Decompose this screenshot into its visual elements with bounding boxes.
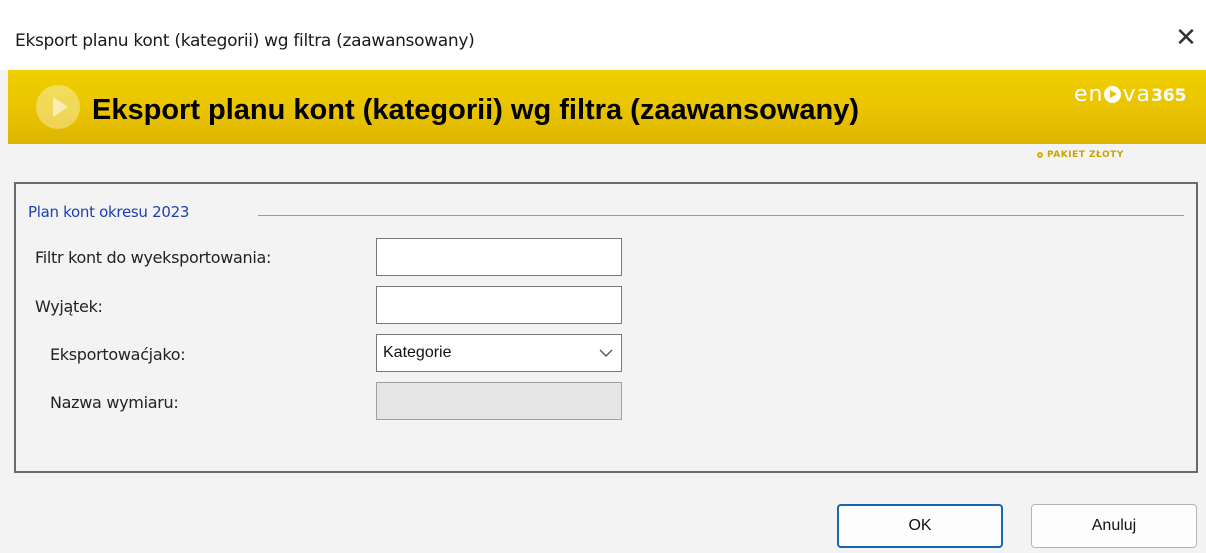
dimension-input — [376, 382, 622, 420]
form-group-panel — [14, 182, 1198, 473]
chevron-down-icon — [599, 349, 613, 357]
exception-input[interactable] — [376, 286, 622, 324]
filter-input[interactable] — [376, 238, 622, 276]
logo-play-icon — [1104, 86, 1122, 103]
export-as-value: Kategorie — [383, 344, 452, 361]
exception-label: Wyjątek: — [35, 297, 103, 316]
export-as-select[interactable]: Kategorie — [376, 334, 622, 372]
export-as-label: Eksportowaćjako: — [50, 345, 186, 364]
package-badge: PAKIET ZŁOTY — [1037, 150, 1124, 160]
group-divider — [258, 215, 1184, 216]
logo-suffix: va — [1122, 82, 1151, 107]
logo-prefix: en — [1074, 82, 1104, 107]
logo-number: 365 — [1151, 86, 1187, 106]
enova365-logo: en va365 — [1074, 82, 1187, 107]
window-title: Eksport planu kont (kategorii) wg filtra… — [15, 31, 475, 51]
filter-label: Filtr kont do wyeksportowania: — [35, 248, 272, 267]
close-icon[interactable]: ✕ — [1172, 24, 1200, 52]
header-banner: Eksport planu kont (kategorii) wg filtra… — [8, 70, 1206, 144]
package-dot-icon — [1037, 152, 1043, 158]
window-titlebar: Eksport planu kont (kategorii) wg filtra… — [0, 0, 1206, 70]
ok-button[interactable]: OK — [837, 504, 1003, 548]
dimension-label: Nazwa wymiaru: — [50, 393, 179, 412]
group-title: Plan kont okresu 2023 — [28, 203, 190, 221]
play-logo-icon — [36, 85, 80, 129]
banner-heading: Eksport planu kont (kategorii) wg filtra… — [92, 94, 859, 126]
cancel-button[interactable]: Anuluj — [1031, 504, 1197, 548]
package-label: PAKIET ZŁOTY — [1047, 150, 1124, 160]
